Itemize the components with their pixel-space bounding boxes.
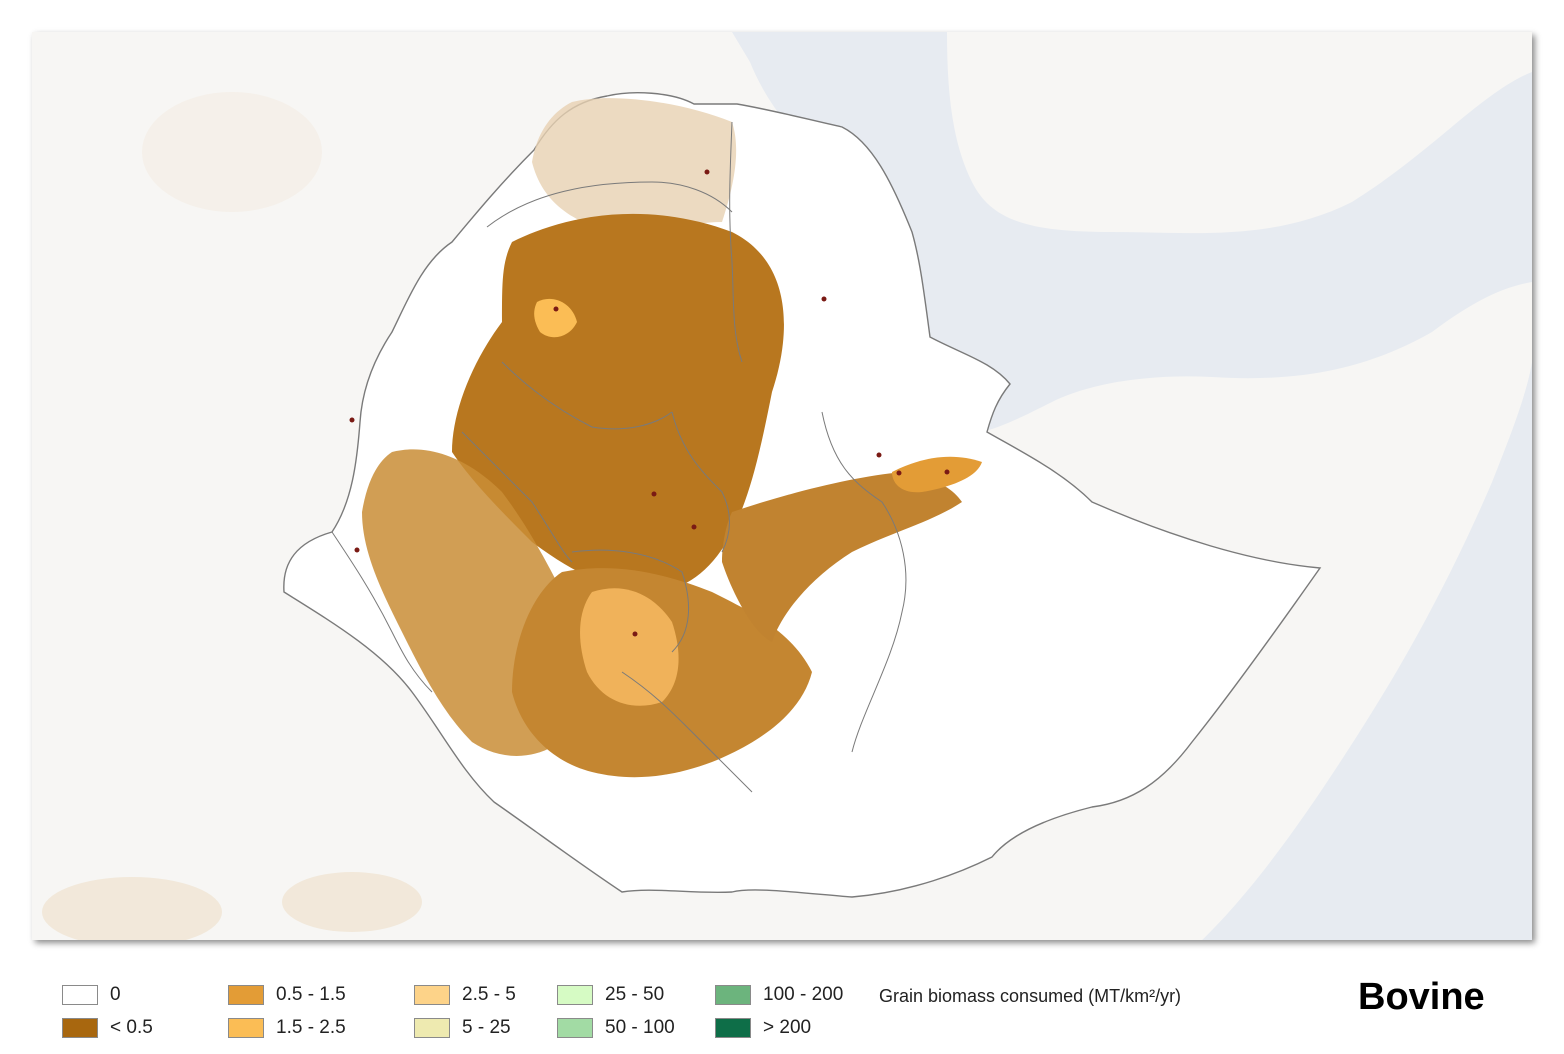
- legend-label: 25 - 50: [605, 984, 665, 1005]
- legend-item-9: > 200: [715, 1017, 811, 1039]
- legend-swatch: [557, 1018, 593, 1038]
- legend-item-8: 100 - 200: [715, 984, 843, 1006]
- legend-item-7: 50 - 100: [557, 1017, 675, 1039]
- legend-label: 5 - 25: [462, 1017, 511, 1038]
- legend-item-1: < 0.5: [62, 1017, 153, 1039]
- legend-swatch: [62, 985, 98, 1005]
- legend-item-2: 0.5 - 1.5: [228, 984, 346, 1006]
- legend-item-4: 2.5 - 5: [414, 984, 516, 1006]
- legend-label: 2.5 - 5: [462, 984, 516, 1005]
- legend-swatch: [715, 985, 751, 1005]
- legend-swatch: [414, 1018, 450, 1038]
- legend-swatch: [715, 1018, 751, 1038]
- map-frame[interactable]: [32, 32, 1532, 940]
- legend-item-0: 0: [62, 984, 121, 1006]
- legend-swatch: [228, 985, 264, 1005]
- legend-label: 0.5 - 1.5: [276, 984, 346, 1005]
- legend-swatch: [62, 1018, 98, 1038]
- species-label: Bovine: [1358, 976, 1485, 1018]
- map-canvas[interactable]: [32, 32, 1532, 940]
- legend-swatch: [228, 1018, 264, 1038]
- legend-label: > 200: [763, 1017, 812, 1038]
- legend-swatch: [414, 985, 450, 1005]
- legend-swatch: [557, 985, 593, 1005]
- legend-item-6: 25 - 50: [557, 984, 664, 1006]
- legend-item-5: 5 - 25: [414, 1017, 511, 1039]
- legend-label: 1.5 - 2.5: [276, 1017, 346, 1038]
- legend-label: 50 - 100: [605, 1017, 675, 1038]
- legend-label: 0: [110, 984, 121, 1005]
- legend-item-3: 1.5 - 2.5: [228, 1017, 346, 1039]
- legend-label: < 0.5: [110, 1017, 153, 1038]
- legend-label: 100 - 200: [763, 984, 844, 1005]
- legend-title: Grain biomass consumed (MT/km²/yr): [879, 986, 1182, 1006]
